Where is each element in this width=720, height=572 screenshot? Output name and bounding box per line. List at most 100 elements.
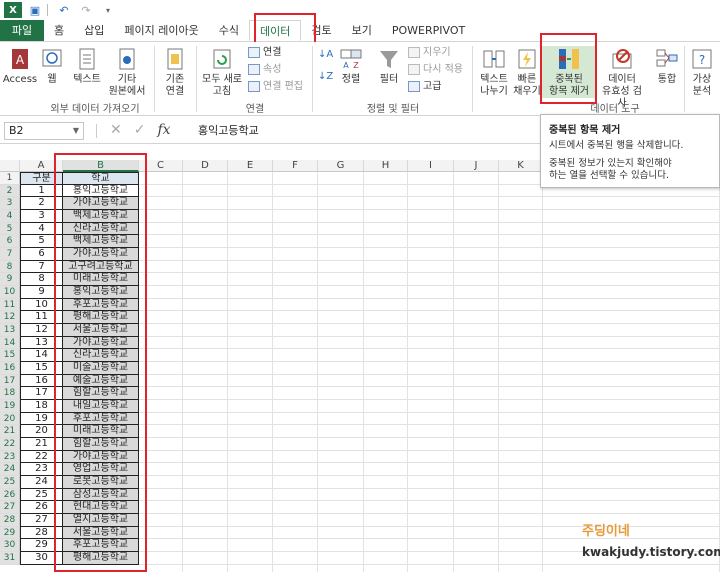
row-header[interactable]: 10 [0,286,20,299]
gridline [139,513,720,515]
column-header[interactable]: J [454,160,499,172]
quick-access-toolbar: X ▣ ↶ ↷ ▾ [0,0,720,20]
column-header[interactable]: K [499,160,543,172]
sort-button[interactable]: AZ 정렬 [338,46,364,86]
row-header[interactable]: 15 [0,349,20,363]
tab-home[interactable]: 홈 [44,20,74,41]
formula-value[interactable]: 홍익고등학교 [198,122,259,140]
row-header[interactable]: 30 [0,539,20,553]
tab-view[interactable]: 보기 [342,20,382,41]
tab-insert[interactable]: 삽입 [74,20,114,41]
divider [196,46,197,112]
enter-icon[interactable]: ✓ [134,122,146,138]
insert-function-icon[interactable]: fx [157,122,170,138]
column-header[interactable]: E [228,160,273,172]
row-header[interactable]: 4 [0,210,20,223]
properties-button[interactable]: 속성 [248,63,281,76]
access-button[interactable]: A Access [3,46,37,86]
row-header[interactable]: 29 [0,526,20,540]
row-header[interactable]: 8 [0,260,20,274]
flash-fill-button[interactable]: 빠른 채우기 [512,46,542,98]
filter-button[interactable]: 필터 [376,46,402,86]
row-header[interactable]: 26 [0,488,20,502]
column-header[interactable]: G [318,160,364,172]
column-header[interactable]: D [183,160,228,172]
chevron-down-icon[interactable]: ▼ [73,123,79,139]
row-header[interactable]: 27 [0,501,20,515]
tab-formulas[interactable]: 수식 [209,20,249,41]
redo-icon[interactable]: ↷ [77,2,95,18]
row-header[interactable]: 13 [0,324,20,337]
reapply-button[interactable]: 다시 적용 [408,63,463,76]
existing-connections-label: 기존 연결 [165,74,185,97]
excel-logo-icon: X [4,2,22,18]
column-header[interactable]: H [364,160,408,172]
row-header[interactable]: 11 [0,298,20,312]
row-header[interactable]: 3 [0,197,20,210]
filter-label: 필터 [379,74,399,85]
gridline [139,437,720,439]
what-if-button[interactable]: ? 가상 분석 [686,46,718,98]
advanced-filter-button[interactable]: 고급 [408,80,441,93]
row-header[interactable]: 9 [0,273,20,287]
sort-az-button[interactable]: ↓A [318,48,333,61]
cancel-icon[interactable]: ✕ [110,122,122,138]
gridline [139,310,720,312]
row-header[interactable]: 5 [0,222,20,236]
select-all-corner[interactable] [0,160,20,172]
gridline [139,424,720,426]
row-header[interactable]: 31 [0,552,20,565]
row-header[interactable]: 17 [0,374,20,388]
sort-za-button[interactable]: ↓Z [318,70,333,83]
gridline [139,297,720,299]
text-to-columns-button[interactable]: 텍스트 나누기 [476,46,512,98]
refresh-all-button[interactable]: 모두 새로 고침 [200,46,244,98]
consolidate-label: 통합 [657,74,677,85]
row-header[interactable]: 22 [0,438,20,451]
group-label-external-data: 외부 데이터 가져오기 [50,104,140,115]
consolidate-button[interactable]: 통합 [652,46,682,86]
row-header[interactable]: 1 [0,172,20,185]
text-to-columns-icon [483,50,505,68]
row-header[interactable]: 25 [0,476,20,489]
customize-qat-icon[interactable]: ▾ [99,2,117,18]
gridline [139,487,720,489]
access-icon: A [12,49,28,69]
existing-connections-button[interactable]: 기존 연결 [158,46,192,98]
web-button[interactable]: 웹 [40,46,64,86]
row-header[interactable]: 20 [0,412,20,426]
name-box[interactable]: B2 ▼ [4,122,84,140]
row-header[interactable]: 18 [0,387,20,401]
ribbon-data: A Access 웹 텍스트 기타 원본에서 기존 연결 외부 데이터 가져오기… [0,42,720,116]
sort-za-icon: ↓Z [318,71,334,82]
row-header[interactable]: 2 [0,184,20,198]
tab-page-layout[interactable]: 페이지 레이아웃 [114,20,208,41]
save-icon[interactable]: ▣ [26,2,44,18]
from-text-button[interactable]: 텍스트 [70,46,104,86]
row-header[interactable]: 19 [0,400,20,413]
other-sources-button[interactable]: 기타 원본에서 [106,46,148,98]
row-header[interactable]: 21 [0,425,20,439]
group-label-sort-filter: 정렬 및 필터 [366,104,420,115]
row-header[interactable]: 23 [0,450,20,464]
clear-filter-button[interactable]: 지우기 [408,46,451,59]
tab-file[interactable]: 파일 [0,20,44,41]
gridline [317,172,318,572]
tab-powerpivot[interactable]: POWERPIVOT [382,20,475,41]
undo-icon[interactable]: ↶ [55,2,73,18]
watermark-name: 주딩이네 [582,524,630,539]
row-header[interactable]: 24 [0,463,20,477]
row-header[interactable]: 16 [0,362,20,375]
watermark: 주딩이네 kwakjudy.tistory.com [582,520,720,559]
row-header[interactable]: 14 [0,336,20,350]
row-header[interactable]: 6 [0,235,20,248]
text-file-icon [79,48,95,70]
column-header[interactable]: I [408,160,454,172]
divider [312,46,313,112]
row-header[interactable]: 28 [0,514,20,527]
column-header[interactable]: F [273,160,318,172]
edit-links-button[interactable]: 연결 편집 [248,80,303,93]
connections-button[interactable]: 연결 [248,46,281,59]
row-header[interactable]: 12 [0,311,20,325]
row-header[interactable]: 7 [0,248,20,261]
